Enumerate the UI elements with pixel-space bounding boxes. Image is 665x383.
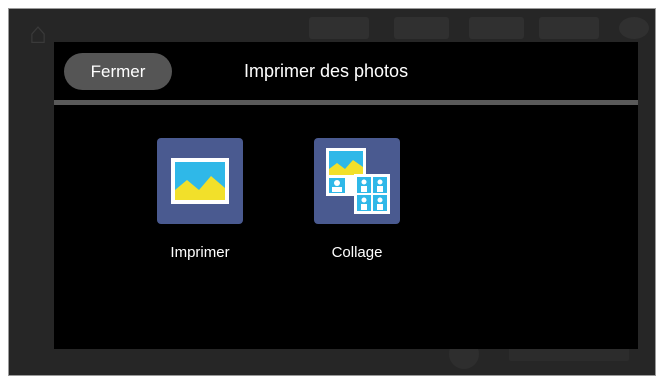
print-tile[interactable]: Imprimer xyxy=(109,130,249,270)
dialog-header: Fermer Imprimer des photos xyxy=(54,42,638,100)
status-indicator xyxy=(309,17,369,39)
print-photos-dialog: Fermer Imprimer des photos Imprimer Coll… xyxy=(54,42,638,349)
status-indicator xyxy=(394,17,449,39)
collage-icon xyxy=(314,138,400,224)
collage-label: Collage xyxy=(331,244,383,261)
status-indicator xyxy=(539,17,599,39)
wifi-status-icon xyxy=(469,17,524,39)
help-icon xyxy=(619,17,649,39)
photo-icon xyxy=(157,138,243,224)
print-label: Imprimer xyxy=(170,244,230,261)
background-label xyxy=(509,347,629,361)
printer-screen: ⌂ Fermer Imprimer des photos Imprimer Co… xyxy=(8,8,656,376)
header-divider xyxy=(54,100,638,105)
collage-tile[interactable]: Collage xyxy=(266,130,406,270)
close-button[interactable]: Fermer xyxy=(64,53,172,90)
dialog-title: Imprimer des photos xyxy=(244,61,409,81)
